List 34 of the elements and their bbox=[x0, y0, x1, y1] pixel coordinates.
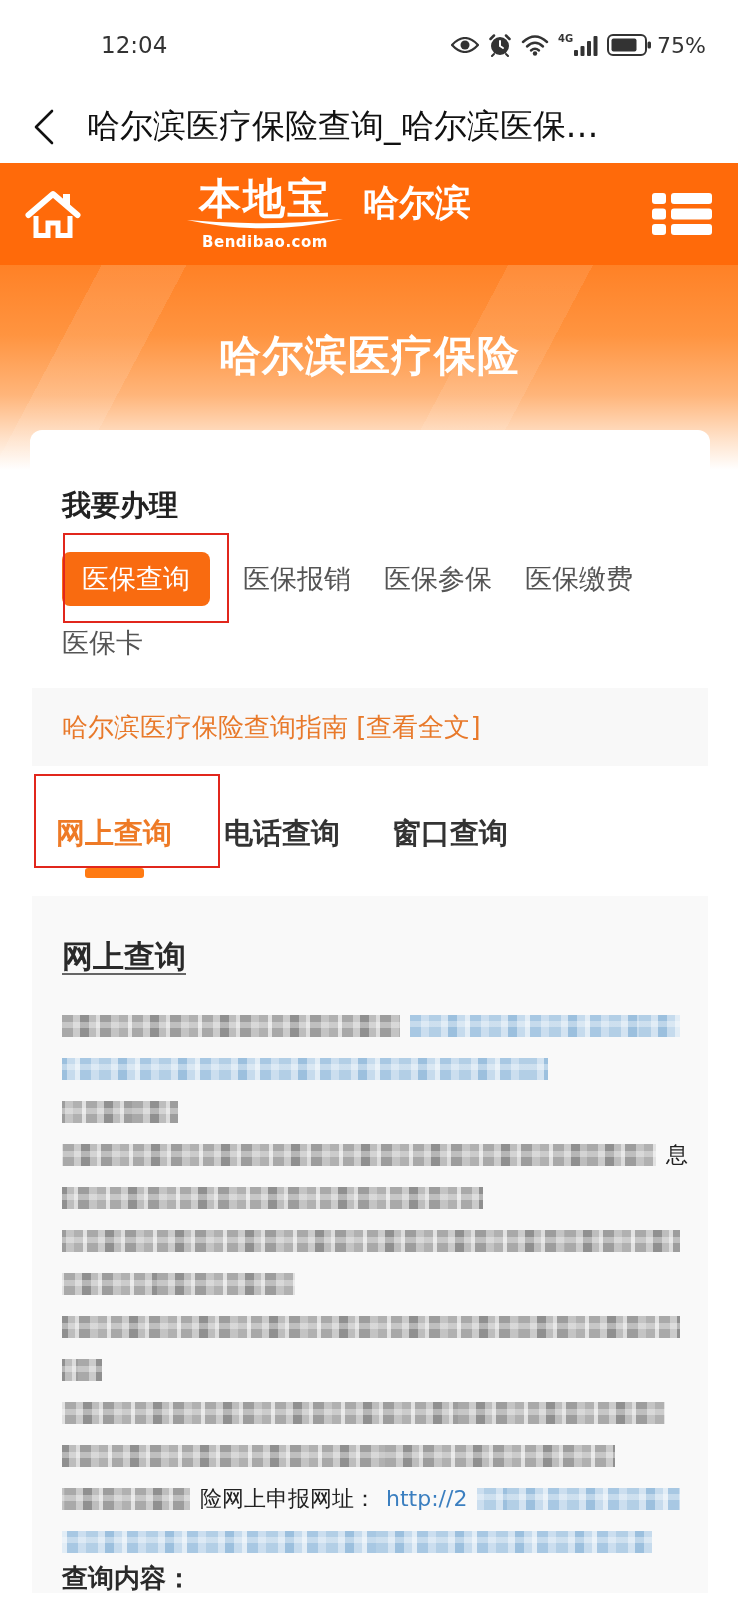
battery-icon bbox=[607, 34, 652, 56]
signal-icon bbox=[574, 34, 599, 56]
logo-text: 本地宝 bbox=[199, 177, 331, 221]
card-heading: 我要办理 bbox=[60, 488, 179, 522]
service-option[interactable]: 医保卡 bbox=[62, 616, 143, 670]
method-tab[interactable]: 窗口查询 bbox=[392, 806, 508, 878]
service-option[interactable]: 医保参保 bbox=[384, 552, 492, 606]
active-tab-indicator bbox=[84, 868, 144, 878]
menu-icon[interactable] bbox=[652, 193, 712, 235]
pixelated-link[interactable] bbox=[410, 1014, 680, 1037]
eye-icon bbox=[450, 37, 479, 53]
banner-title: 哈尔滨医疗保险 bbox=[217, 331, 521, 381]
pixelated-text bbox=[62, 1358, 102, 1381]
back-icon[interactable] bbox=[33, 108, 55, 145]
service-option[interactable]: 医保报销 bbox=[243, 552, 351, 606]
article-text: 险网上申报网址： bbox=[200, 1484, 376, 1513]
method-tab[interactable]: 电话查询 bbox=[224, 806, 340, 878]
network-type: 4G bbox=[557, 34, 574, 44]
home-icon[interactable] bbox=[25, 190, 81, 238]
service-option[interactable]: 医保缴费 bbox=[525, 552, 633, 606]
article-text: 息 bbox=[666, 1140, 688, 1169]
article-heading: 网上查询 bbox=[62, 938, 186, 974]
city-name: 哈尔滨 bbox=[363, 180, 471, 225]
article-subheading: 查询内容： bbox=[62, 1563, 193, 1593]
pixelated-link[interactable] bbox=[477, 1487, 680, 1510]
battery-percent: 75% bbox=[657, 32, 706, 58]
wifi-icon bbox=[520, 34, 549, 56]
status-time: 12:04 bbox=[101, 32, 168, 58]
pixelated-link[interactable] bbox=[62, 1530, 652, 1553]
page-title: 哈尔滨医疗保险查询_哈尔滨医保… bbox=[87, 105, 599, 147]
article-link[interactable]: http://2 bbox=[386, 1484, 468, 1513]
alarm-clock-icon bbox=[487, 33, 512, 57]
pixelated-link[interactable] bbox=[62, 1057, 548, 1080]
logo-domain: Bendibao.com bbox=[202, 233, 328, 251]
